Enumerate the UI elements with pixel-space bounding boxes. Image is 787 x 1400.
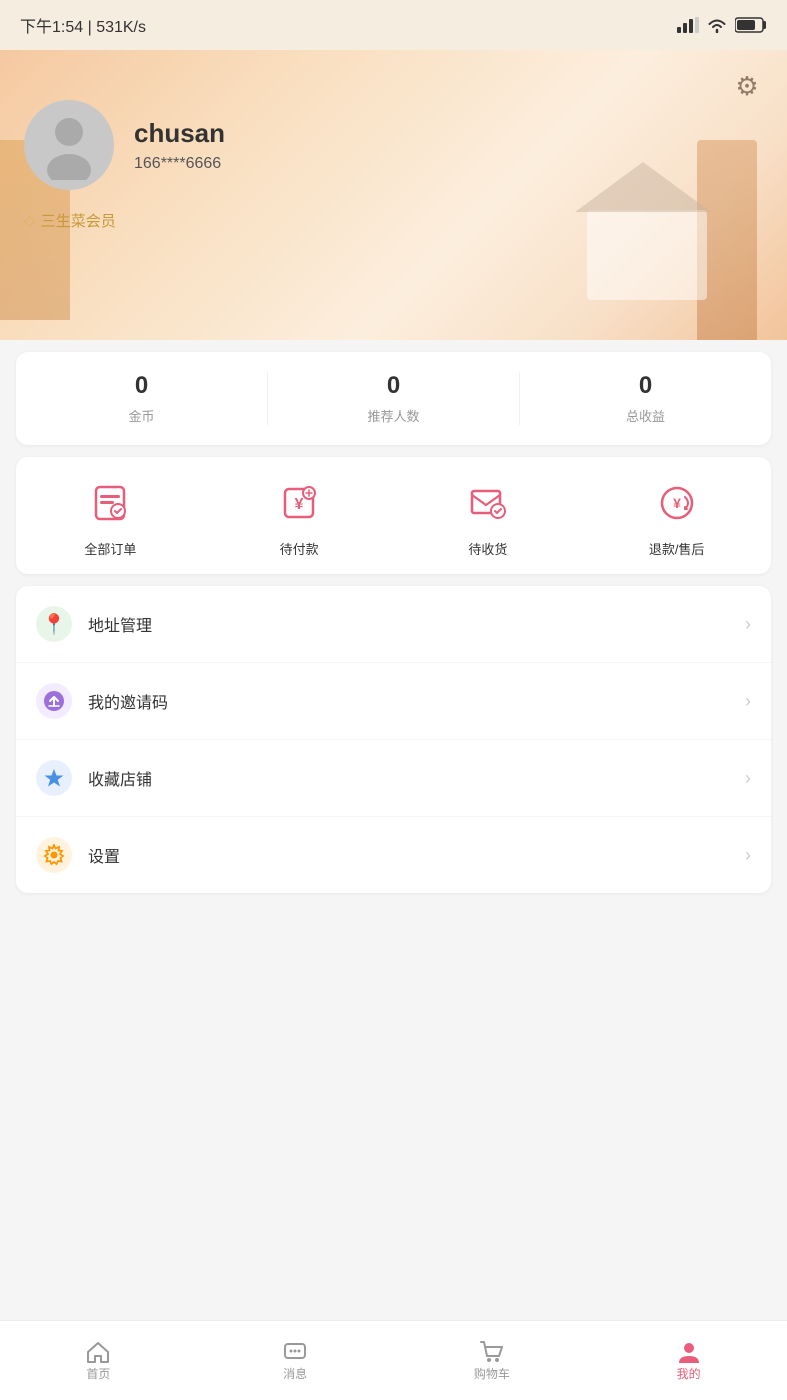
order-all-icon-wrap [84, 477, 136, 529]
order-all-label: 全部订单 [84, 539, 136, 558]
bottom-nav: 首页 消息 购物车 我的 [0, 1320, 787, 1400]
orders-card: 全部订单 ¥ 待付款 [16, 457, 771, 574]
stat-coins[interactable]: 0 金币 [16, 372, 267, 425]
order-pending-receive-icon-wrap [462, 477, 514, 529]
wifi-icon [707, 17, 727, 33]
phone-number: 166****6666 [134, 155, 225, 173]
stats-card: 0 金币 0 推荐人数 0 总收益 [16, 352, 771, 445]
menu-favorites-arrow: › [745, 768, 751, 789]
profile-text: chusan 166****6666 [134, 118, 225, 173]
order-pending-pay-label: 待付款 [280, 539, 319, 558]
invite-icon [43, 690, 65, 712]
order-refund-label: 退款/售后 [649, 539, 705, 558]
menu-settings[interactable]: 设置 › [16, 817, 771, 893]
status-bar: 下午1:54 | 531K/s [0, 0, 787, 50]
member-label: 三生菜会员 [41, 210, 116, 231]
menu-invite-label: 我的邀请码 [88, 689, 745, 713]
nav-message[interactable]: 消息 [197, 1331, 394, 1390]
menu-favorites-label: 收藏店铺 [88, 766, 745, 790]
menu-address-icon: 📍 [36, 606, 72, 642]
nav-home-label: 首页 [86, 1365, 110, 1382]
person-icon [676, 1339, 702, 1365]
stat-referrals-label: 推荐人数 [268, 406, 519, 425]
order-all-icon [88, 481, 132, 525]
menu-address-arrow: › [745, 614, 751, 635]
stat-earnings-label: 总收益 [520, 406, 771, 425]
menu-address[interactable]: 📍 地址管理 › [16, 586, 771, 663]
status-icons [677, 16, 767, 34]
avatar [24, 100, 114, 190]
message-icon [282, 1339, 308, 1365]
menu-card: 📍 地址管理 › 我的邀请码 › 收藏店铺 [16, 586, 771, 893]
order-pending-receive[interactable]: 待收货 [394, 477, 583, 558]
profile-info: chusan 166****6666 [24, 100, 763, 190]
profile-banner: ⚙ chusan 166****6666 ◇ 三生菜会员 [0, 50, 787, 340]
orders-grid: 全部订单 ¥ 待付款 [16, 477, 771, 558]
menu-favorites-icon [36, 760, 72, 796]
nav-message-label: 消息 [283, 1365, 307, 1382]
stat-earnings-value: 0 [520, 372, 771, 400]
svg-text:¥: ¥ [673, 495, 681, 511]
stat-coins-label: 金币 [16, 406, 267, 425]
menu-invite[interactable]: 我的邀请码 › [16, 663, 771, 740]
banner-decoration [0, 50, 787, 340]
username: chusan [134, 118, 225, 149]
menu-favorites[interactable]: 收藏店铺 › [16, 740, 771, 817]
stat-referrals[interactable]: 0 推荐人数 [267, 372, 519, 425]
home-icon [85, 1339, 111, 1365]
menu-invite-arrow: › [745, 691, 751, 712]
favorites-icon [43, 767, 65, 789]
nav-mine[interactable]: 我的 [590, 1331, 787, 1390]
nav-mine-label: 我的 [677, 1365, 701, 1382]
diamond-icon: ◇ [24, 212, 35, 229]
order-refund-icon: ¥ [655, 481, 699, 525]
menu-settings-label: 设置 [88, 843, 745, 867]
signal-icon [677, 17, 699, 33]
address-icon: 📍 [42, 612, 67, 637]
order-refund-icon-wrap: ¥ [651, 477, 703, 529]
svg-text:¥: ¥ [295, 496, 304, 513]
nav-cart-label: 购物车 [474, 1365, 510, 1382]
member-badge: ◇ 三生菜会员 [24, 210, 763, 231]
member-text: ◇ 三生菜会员 [24, 210, 763, 231]
nav-home[interactable]: 首页 [0, 1331, 197, 1390]
nav-cart[interactable]: 购物车 [394, 1331, 591, 1390]
menu-settings-arrow: › [745, 845, 751, 866]
menu-settings-icon [36, 837, 72, 873]
status-time: 下午1:54 | 531K/s [20, 13, 146, 37]
order-pending-pay[interactable]: ¥ 待付款 [205, 477, 394, 558]
order-pending-receive-icon [466, 481, 510, 525]
battery-icon [735, 16, 767, 34]
order-pending-pay-icon: ¥ [277, 481, 321, 525]
order-pending-receive-label: 待收货 [468, 539, 507, 558]
cart-icon [479, 1339, 505, 1365]
stat-referrals-value: 0 [268, 372, 519, 400]
menu-invite-icon [36, 683, 72, 719]
order-all[interactable]: 全部订单 [16, 477, 205, 558]
stat-earnings[interactable]: 0 总收益 [519, 372, 771, 425]
avatar-svg [39, 110, 99, 180]
settings-gear-icon: ⚙ [735, 71, 758, 102]
order-refund[interactable]: ¥ 退款/售后 [582, 477, 771, 558]
order-pending-pay-icon-wrap: ¥ [273, 477, 325, 529]
settings-menu-icon [43, 844, 65, 866]
menu-address-label: 地址管理 [88, 612, 745, 636]
stat-coins-value: 0 [16, 372, 267, 400]
